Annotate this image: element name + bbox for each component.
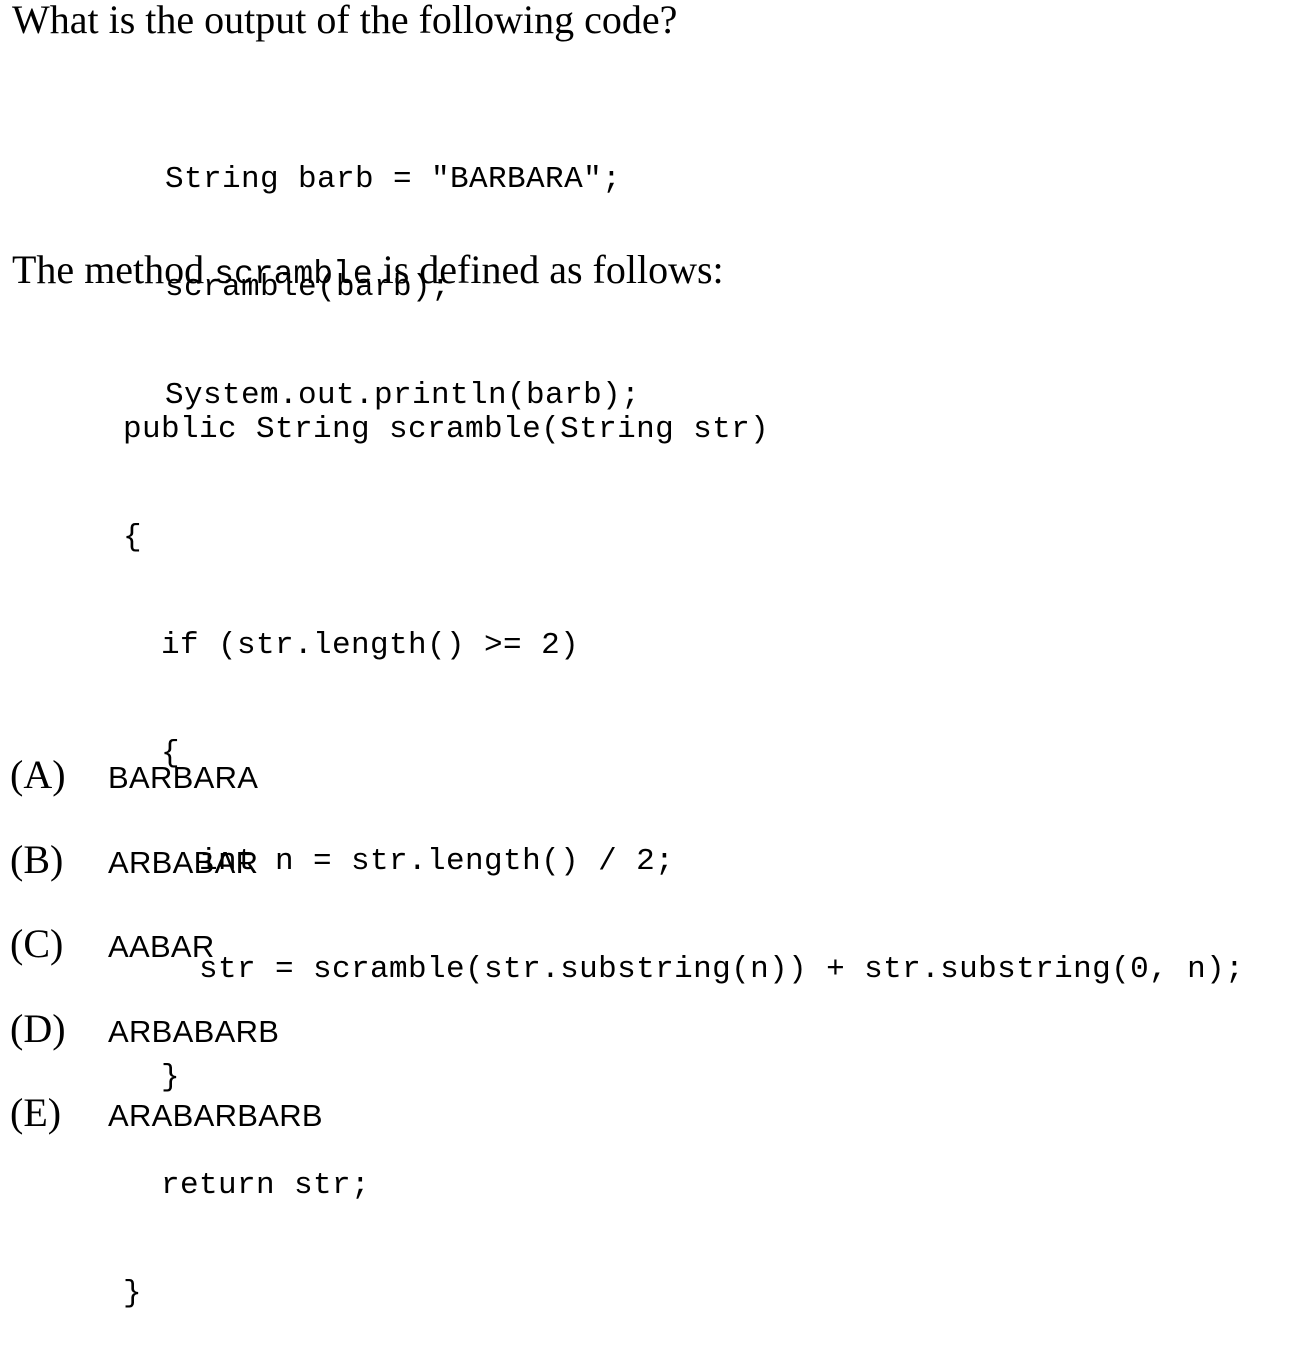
choice-letter: (D) — [10, 1005, 66, 1051]
choice-text: ARBABARB — [108, 1013, 280, 1049]
choice-letter: (A) — [10, 752, 66, 797]
question-text: What is the output of the following code… — [12, 0, 678, 42]
code-line: if (str.length() >= 2) — [123, 628, 580, 663]
choice-text: ARBABAR — [108, 844, 259, 880]
method-intro-suffix: is defined as follows: — [372, 247, 724, 292]
method-name-inline-code: scramble — [214, 256, 373, 293]
choice-d[interactable]: (D) ARBABARB — [10, 1006, 323, 1055]
code-line: } — [123, 1276, 143, 1311]
answer-choices: (A) BARBARA (B) ARBABAR (C) AABAR (D) AR… — [10, 716, 323, 1157]
method-intro-prefix: The method — [12, 247, 215, 292]
choice-letter: (E) — [10, 1090, 62, 1135]
choice-text: ARABARBARB — [108, 1098, 323, 1133]
code-line: { — [123, 520, 143, 555]
choice-text: BARBARA — [108, 760, 259, 795]
method-intro: The method scramble is defined as follow… — [12, 248, 724, 297]
code-line: String barb = "BARBARA"; — [165, 162, 622, 197]
choice-b[interactable]: (B) ARBABAR — [10, 837, 323, 886]
choice-c[interactable]: (C) AABAR — [10, 921, 323, 970]
choice-e[interactable]: (E) ARABARBARB — [10, 1090, 323, 1139]
choice-a[interactable]: (A) BARBARA — [10, 752, 323, 801]
code-line: return str; — [123, 1168, 371, 1203]
choice-letter: (B) — [10, 836, 64, 882]
choice-text: AABAR — [108, 929, 215, 964]
choice-letter: (C) — [10, 921, 64, 966]
code-line: public String scramble(String str) — [123, 412, 770, 447]
